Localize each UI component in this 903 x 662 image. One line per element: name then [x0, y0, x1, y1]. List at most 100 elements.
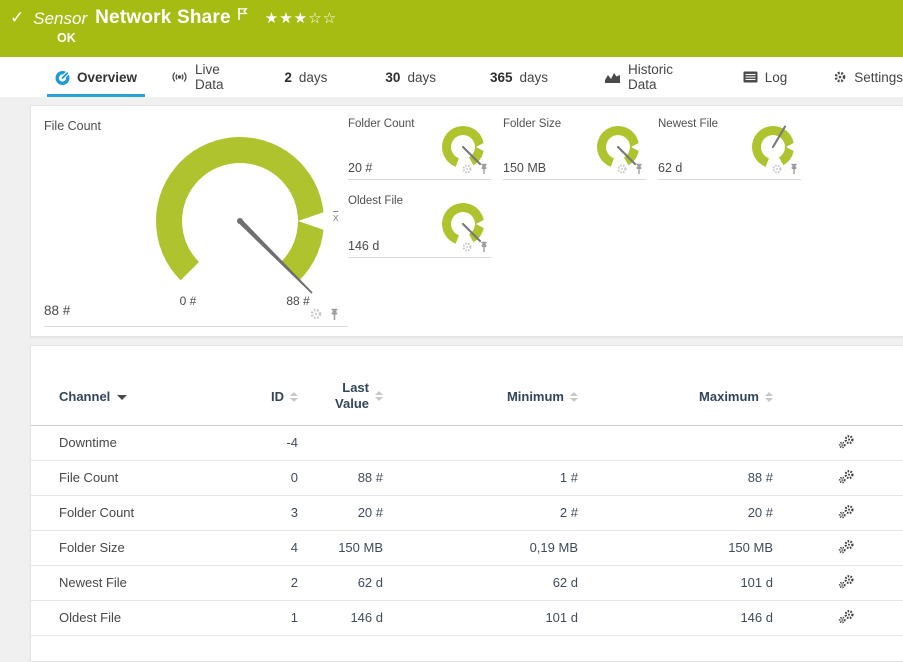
gauge-current-value: 88 #: [44, 303, 70, 318]
channel-minimum: 101 d: [384, 600, 579, 635]
channel-id: 3: [219, 495, 299, 530]
column-header-last-value[interactable]: Last Value: [299, 370, 384, 425]
gauge-current-value: 20 #: [348, 161, 372, 175]
gauges-panel: File Count x 0 # 88 # 88 #: [30, 105, 903, 337]
tab-settings[interactable]: Settings: [833, 57, 903, 97]
table-row: Downtime -4: [31, 425, 903, 460]
tab-label: Log: [765, 70, 788, 85]
stars-filled[interactable]: ★★★: [265, 9, 308, 27]
table-row: File Count 0 88 # 1 # 88 #: [31, 460, 903, 495]
channel-gear-icon[interactable]: [461, 241, 473, 256]
gauge-title: Newest File: [658, 118, 718, 130]
priority-stars[interactable]: ★★★☆☆: [265, 9, 337, 27]
channel-name: Folder Count: [31, 495, 219, 530]
pin-icon[interactable]: [789, 163, 799, 178]
channel-settings-cell: [774, 530, 859, 565]
column-header-id[interactable]: ID: [219, 370, 299, 425]
table-header-row: Channel ID Last Value Minimum Maximum: [31, 370, 903, 425]
channel-settings-cell: [774, 425, 859, 460]
pin-icon[interactable]: [329, 308, 340, 324]
channel-maximum: [579, 425, 774, 460]
channel-settings-gears-icon[interactable]: [838, 542, 855, 557]
channel-settings-cell: [774, 495, 859, 530]
channel-settings-gears-icon[interactable]: [838, 472, 855, 487]
sort-icon: [375, 391, 384, 401]
sensor-title: Network Share: [95, 7, 231, 29]
tab-live-data[interactable]: Live Data: [171, 57, 236, 97]
channel-name: File Count: [31, 460, 219, 495]
tab-historic-data[interactable]: Historic Data: [604, 57, 686, 97]
channel-minimum: 0,19 MB: [384, 530, 579, 565]
tab-log[interactable]: Log: [743, 57, 788, 97]
gauge-scale-min: 0 #: [166, 294, 210, 308]
channel-maximum: 146 d: [579, 600, 774, 635]
channel-settings-cell: [774, 565, 859, 600]
gauge-current-value: 62 d: [658, 161, 682, 175]
gauge-title: File Count: [44, 119, 101, 133]
row-spacer: [859, 495, 903, 530]
gauge-folder-count: Folder Count 20 #: [348, 118, 491, 180]
gauge-file-count: File Count x 0 # 88 # 88 #: [44, 114, 348, 327]
column-header-channel[interactable]: Channel: [31, 370, 219, 425]
gauge-title: Folder Count: [348, 118, 414, 130]
table-row: Oldest File 1 146 d 101 d 146 d: [31, 600, 903, 635]
tab-number: 30: [385, 70, 400, 85]
channel-maximum: 20 #: [579, 495, 774, 530]
tab-2-days[interactable]: 2 days: [284, 57, 327, 97]
channel-name: Downtime: [31, 425, 219, 460]
column-header-maximum[interactable]: Maximum: [579, 370, 774, 425]
row-spacer: [859, 600, 903, 635]
tab-label: Historic Data: [628, 62, 686, 92]
gauge-title: Folder Size: [503, 118, 561, 130]
channel-last-value: [299, 425, 384, 460]
tab-label: Settings: [854, 70, 903, 85]
file-count-gauge-arc: [145, 129, 335, 319]
channel-gear-icon[interactable]: [616, 163, 628, 178]
row-spacer: [859, 460, 903, 495]
tab-bar: Overview Live Data 2 days 30 days 365: [0, 57, 903, 97]
favorite-flag-icon[interactable]: [236, 7, 249, 24]
row-spacer: [859, 565, 903, 600]
channel-gear-icon[interactable]: [309, 307, 323, 324]
sort-caret-icon: [117, 395, 127, 400]
channel-minimum: [384, 425, 579, 460]
stars-empty[interactable]: ☆☆: [308, 9, 337, 27]
channel-id: 0: [219, 460, 299, 495]
table-row: Folder Count 3 20 # 2 # 20 #: [31, 495, 903, 530]
tab-label: Overview: [77, 70, 137, 85]
row-spacer: [859, 425, 903, 460]
average-marker-label: x: [333, 212, 339, 224]
prtg-sensor-page: ✓ Sensor Network Share ★★★☆☆ OK O: [0, 0, 903, 662]
channel-settings-gears-icon[interactable]: [838, 612, 855, 627]
channel-settings-gears-icon[interactable]: [838, 507, 855, 522]
live-data-icon: [171, 70, 188, 84]
status-check-icon: ✓: [10, 8, 24, 28]
sensor-header: ✓ Sensor Network Share ★★★☆☆ OK: [0, 0, 903, 57]
channels-panel: Channel ID Last Value Minimum Maximum: [30, 345, 903, 662]
tab-overview[interactable]: Overview: [55, 57, 137, 97]
pin-icon[interactable]: [479, 241, 489, 256]
pin-icon[interactable]: [479, 163, 489, 178]
channel-minimum: 2 #: [384, 495, 579, 530]
channel-gear-icon[interactable]: [771, 163, 783, 178]
channel-name: Folder Size: [31, 530, 219, 565]
sort-icon: [765, 392, 774, 402]
tab-365-days[interactable]: 365 days: [490, 57, 548, 97]
chart-icon: [604, 71, 621, 84]
channel-settings-gears-icon[interactable]: [838, 437, 855, 452]
channel-maximum: 150 MB: [579, 530, 774, 565]
channel-settings-gears-icon[interactable]: [838, 577, 855, 592]
gear-icon: [833, 70, 847, 84]
pin-icon[interactable]: [634, 163, 644, 178]
tab-label: days: [520, 70, 549, 85]
gauge-scale-max: 88 #: [271, 294, 325, 308]
column-header-minimum[interactable]: Minimum: [384, 370, 579, 425]
channel-settings-cell: [774, 600, 859, 635]
gauge-title: Oldest File: [348, 195, 403, 207]
channel-last-value: 146 d: [299, 600, 384, 635]
channel-minimum: 62 d: [384, 565, 579, 600]
channel-gear-icon[interactable]: [461, 163, 473, 178]
row-spacer: [859, 530, 903, 565]
channel-settings-cell: [774, 460, 859, 495]
tab-30-days[interactable]: 30 days: [385, 57, 436, 97]
